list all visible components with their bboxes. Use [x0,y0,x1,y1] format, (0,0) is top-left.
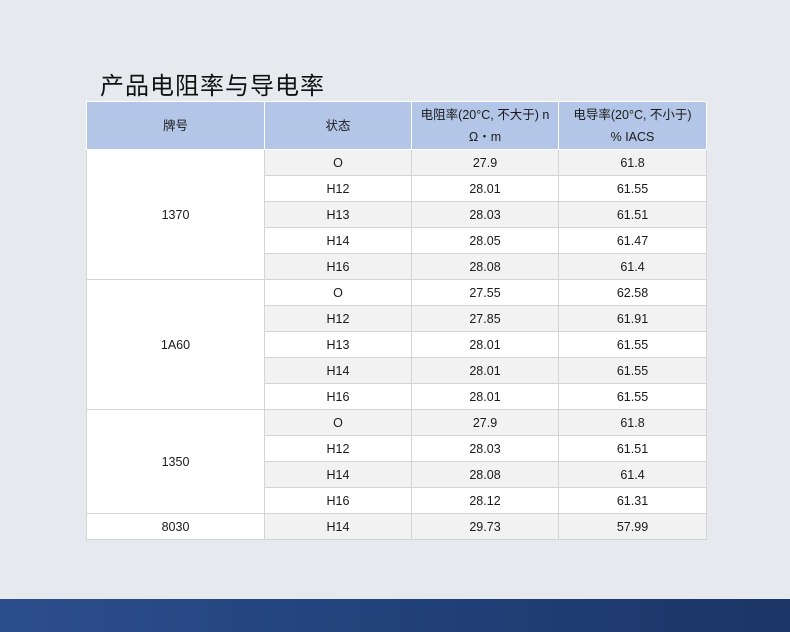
header-resistivity: 电阻率(20°C, 不大于) n Ω・m [411,101,559,150]
state-cell: H13 [264,201,412,228]
header-resistivity-line2: Ω・m [468,129,502,144]
state-cell: H14 [264,357,412,384]
resistivity-cell: 27.85 [411,305,559,332]
state-cell: H12 [264,305,412,332]
conductivity-cell: 61.91 [558,305,707,332]
state-cell: H16 [264,253,412,280]
grade-cell: 8030 [86,513,265,540]
conductivity-cell: 61.55 [558,357,707,384]
state-cell: H16 [264,487,412,514]
conductivity-cell: 61.31 [558,487,707,514]
resistivity-cell: 29.73 [411,513,559,540]
conductivity-cell: 61.8 [558,149,707,176]
header-conductivity-line1: 电导率(20°C, 不小于) [573,107,692,122]
conductivity-cell: 61.47 [558,227,707,254]
conductivity-cell: 61.51 [558,201,707,228]
table-row: 1A60 O 27.55 62.58 [86,279,707,410]
header-resistivity-line1: 电阻率(20°C, 不大于) n [420,107,550,122]
grade-cell: 1A60 [86,279,265,410]
header-conductivity: 电导率(20°C, 不小于) % IACS [558,101,707,150]
header-state: 状态 [264,101,412,150]
conductivity-cell: 61.55 [558,331,707,358]
conductivity-cell: 61.4 [558,253,707,280]
footer-bar [0,599,790,632]
state-cell: O [264,409,412,436]
grade-cell: 1350 [86,409,265,514]
resistivity-cell: 28.01 [411,357,559,384]
state-cell: H12 [264,435,412,462]
state-cell: H12 [264,175,412,202]
conductivity-cell: 62.58 [558,279,707,306]
header-grade: 牌号 [86,101,265,150]
resistivity-cell: 27.9 [411,409,559,436]
resistivity-cell: 28.03 [411,435,559,462]
conductivity-cell: 61.55 [558,383,707,410]
resistivity-cell: 28.01 [411,383,559,410]
resistivity-cell: 28.08 [411,461,559,488]
state-cell: H13 [264,331,412,358]
resistivity-cell: 28.12 [411,487,559,514]
resistivity-cell: 28.08 [411,253,559,280]
conductivity-cell: 61.55 [558,175,707,202]
state-cell: H14 [264,461,412,488]
table-row: 8030 H14 29.73 57.99 [86,513,707,540]
resistivity-cell: 27.9 [411,149,559,176]
table-row: 1370 O 27.9 61.8 [86,149,707,280]
resistivity-cell: 27.55 [411,279,559,306]
state-cell: O [264,279,412,306]
resistivity-cell: 28.03 [411,201,559,228]
header-conductivity-line2: % IACS [610,129,655,144]
resistivity-cell: 28.05 [411,227,559,254]
resistivity-conductivity-table: 牌号 状态 电阻率(20°C, 不大于) n Ω・m 电导率(20°C, 不小于… [86,101,707,540]
conductivity-cell: 61.4 [558,461,707,488]
state-cell: O [264,149,412,176]
resistivity-cell: 28.01 [411,175,559,202]
table-header-row: 牌号 状态 电阻率(20°C, 不大于) n Ω・m 电导率(20°C, 不小于… [86,101,707,150]
state-cell: H14 [264,513,412,540]
state-cell: H16 [264,383,412,410]
conductivity-cell: 61.51 [558,435,707,462]
grade-cell: 1370 [86,149,265,280]
conductivity-cell: 57.99 [558,513,707,540]
page-title: 产品电阻率与导电率 [100,72,325,100]
state-cell: H14 [264,227,412,254]
resistivity-cell: 28.01 [411,331,559,358]
conductivity-cell: 61.8 [558,409,707,436]
table-row: 1350 O 27.9 61.8 [86,409,707,514]
table-body: 1370 O 27.9 61.8 H12 28.01 61.55 H13 28.03 61.51 H… [86,149,707,540]
